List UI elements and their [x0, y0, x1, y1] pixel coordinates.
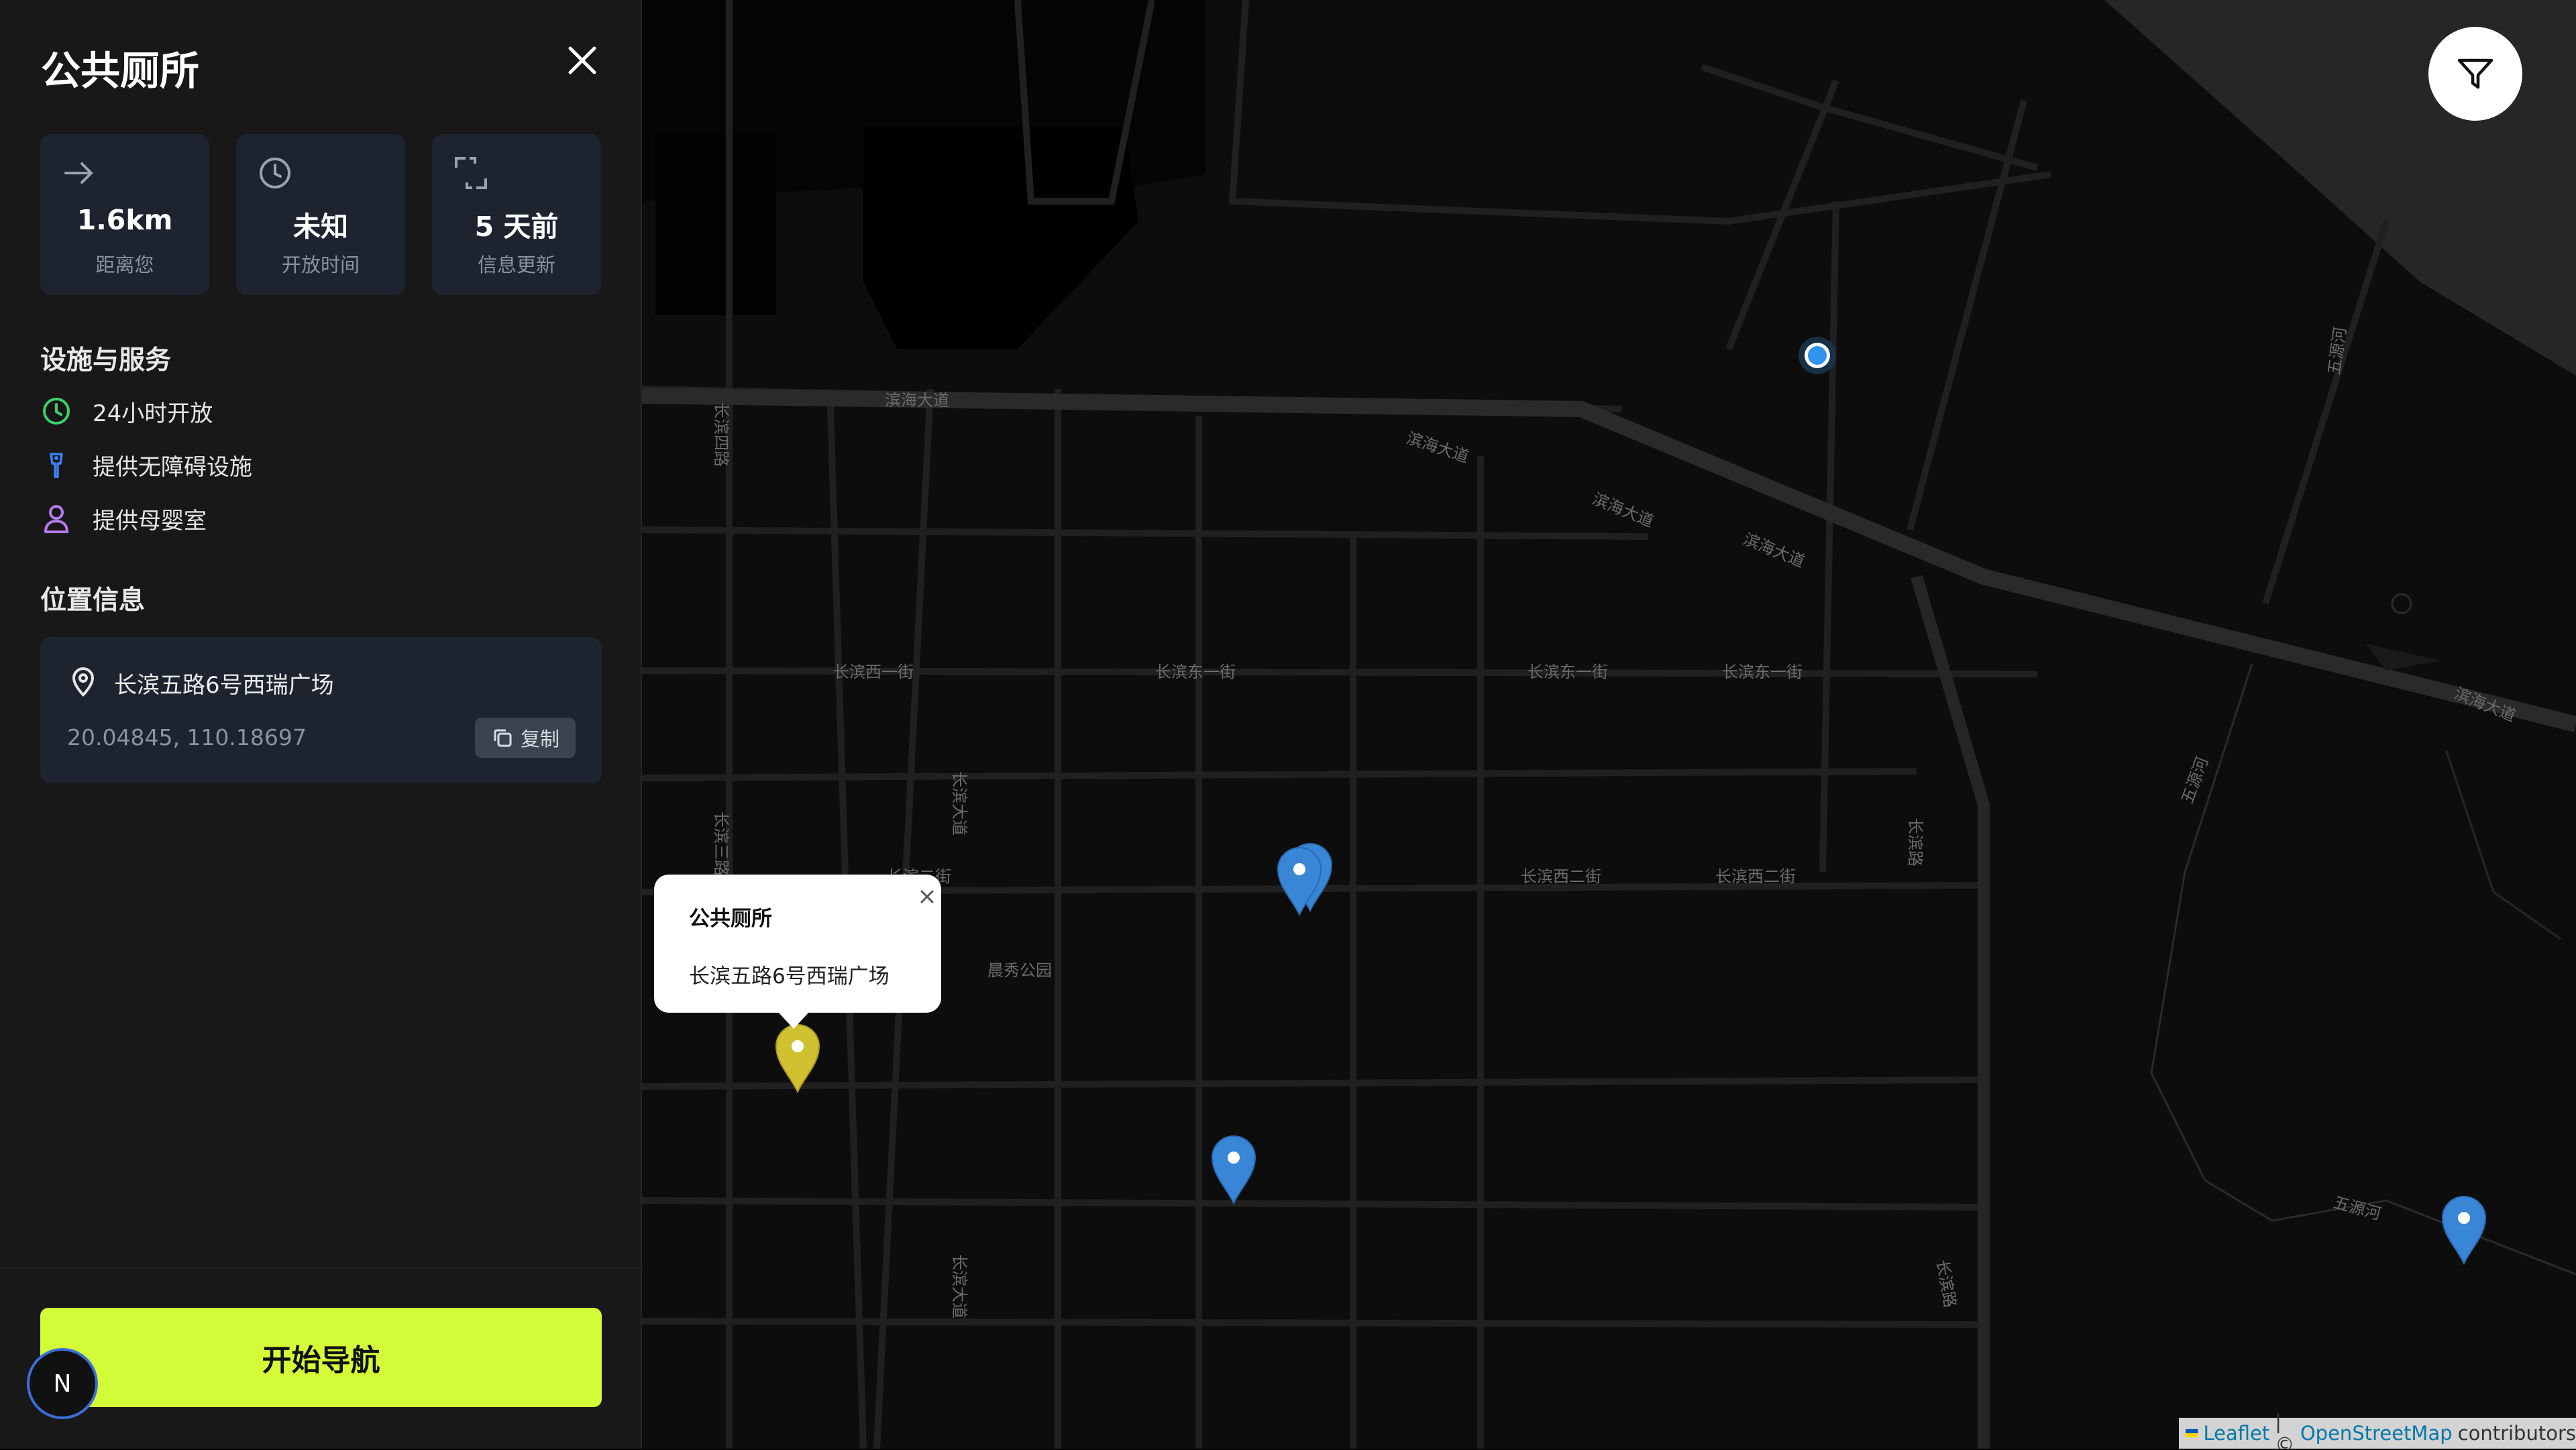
attribution-suffix: contributors	[2457, 1422, 2576, 1445]
map-pin-icon	[72, 667, 95, 697]
close-button[interactable]	[561, 39, 604, 82]
map[interactable]: 滨海大道 滨海大道 滨海大道 滨海大道 滨海大道 长滨西一街 长滨东一街 长滨东…	[642, 0, 2576, 1449]
arrow-right-icon	[64, 162, 93, 184]
avatar[interactable]: N	[27, 1348, 98, 1419]
location-heading: 位置信息	[40, 585, 146, 616]
page-title: 公共厕所	[41, 48, 200, 94]
hours-value: 未知	[293, 211, 348, 243]
distance-value: 1.6km	[76, 204, 173, 236]
popup-title: 公共厕所	[689, 907, 772, 931]
refresh-icon	[455, 157, 487, 189]
accessibility-icon	[50, 453, 63, 478]
updated-label: 信息更新	[477, 254, 555, 276]
road-label: 长滨东一街	[1155, 663, 1236, 681]
road-label: 长滨西二街	[1521, 867, 1601, 886]
filter-icon	[2457, 58, 2493, 89]
road-label: 长滨三路	[712, 812, 731, 876]
road-label: 长滨大道	[950, 771, 969, 836]
road-label: 长滨西一街	[833, 663, 914, 681]
road-label: 长滨大道	[950, 1254, 969, 1319]
facility-label: 提供母婴室	[93, 507, 207, 535]
road-label: 滨海大道	[885, 391, 949, 410]
distance-stat: 1.6km 距离您	[40, 134, 209, 295]
leaflet-link[interactable]: Leaflet	[2204, 1422, 2270, 1445]
close-icon	[568, 46, 596, 74]
hours-label: 开放时间	[281, 254, 360, 276]
attribution-separator: | ©	[2275, 1410, 2295, 1449]
copy-button[interactable]: 复制	[475, 718, 576, 758]
toilet-marker[interactable]	[2441, 1195, 2487, 1265]
facility-label: 24小时开放	[93, 400, 213, 427]
detail-panel: 公共厕所 1.6km 距离您 未知 开放时间 5 天前 信息更新 设施与服务 2…	[0, 0, 642, 1449]
start-navigation-label: 开始导航	[262, 1343, 380, 1378]
road-label: 长滨四路	[712, 402, 731, 467]
park-label: 晨秀公园	[987, 961, 1052, 980]
ukraine-flag-icon	[2186, 1429, 2198, 1438]
clock-icon	[260, 158, 290, 188]
close-icon[interactable]	[917, 887, 937, 907]
distance-label: 距离您	[95, 254, 154, 276]
map-attribution: Leaflet | © OpenStreetMap contributors	[2179, 1410, 2576, 1449]
location-card: 长滨五路6号西瑞广场 20.04845, 110.18697 复制	[40, 637, 602, 783]
facility-24h: 24小时开放	[40, 392, 213, 430]
map-tiles: 滨海大道 滨海大道 滨海大道 滨海大道 滨海大道 长滨西一街 长滨东一街 长滨东…	[642, 0, 2576, 1449]
person-icon	[44, 505, 68, 533]
openstreetmap-link[interactable]: OpenStreetMap	[2300, 1422, 2453, 1445]
selected-toilet-marker[interactable]	[775, 1023, 820, 1093]
facility-accessible: 提供无障碍设施	[40, 446, 252, 484]
start-navigation-button[interactable]: 开始导航	[40, 1308, 602, 1407]
road-label: 长滨东一街	[1722, 663, 1803, 681]
copy-label: 复制	[520, 728, 559, 750]
clock-icon	[43, 398, 70, 425]
copy-icon	[494, 729, 512, 747]
popup-address: 长滨五路6号西瑞广场	[689, 964, 890, 989]
road-label: 长滨东一街	[1527, 663, 1608, 681]
filter-button[interactable]	[2428, 27, 2522, 121]
location-coords: 20.04845, 110.18697	[67, 724, 307, 750]
facility-nursery: 提供母婴室	[40, 500, 207, 537]
toilet-marker[interactable]	[1211, 1135, 1256, 1205]
road-label: 长滨西二街	[1715, 867, 1796, 886]
hours-stat: 未知 开放时间	[236, 134, 405, 295]
user-location-marker[interactable]	[1796, 334, 1839, 377]
toilet-marker[interactable]	[1277, 846, 1322, 916]
updated-value: 5 天前	[474, 211, 559, 243]
facilities-heading: 设施与服务	[40, 345, 172, 376]
map-popup: 公共厕所 长滨五路6号西瑞广场	[654, 875, 941, 1029]
road-label: 长滨路	[1906, 818, 1925, 867]
updated-stat: 5 天前 信息更新	[432, 134, 601, 295]
facility-label: 提供无障碍设施	[93, 453, 252, 481]
location-address: 长滨五路6号西瑞广场	[114, 672, 334, 699]
